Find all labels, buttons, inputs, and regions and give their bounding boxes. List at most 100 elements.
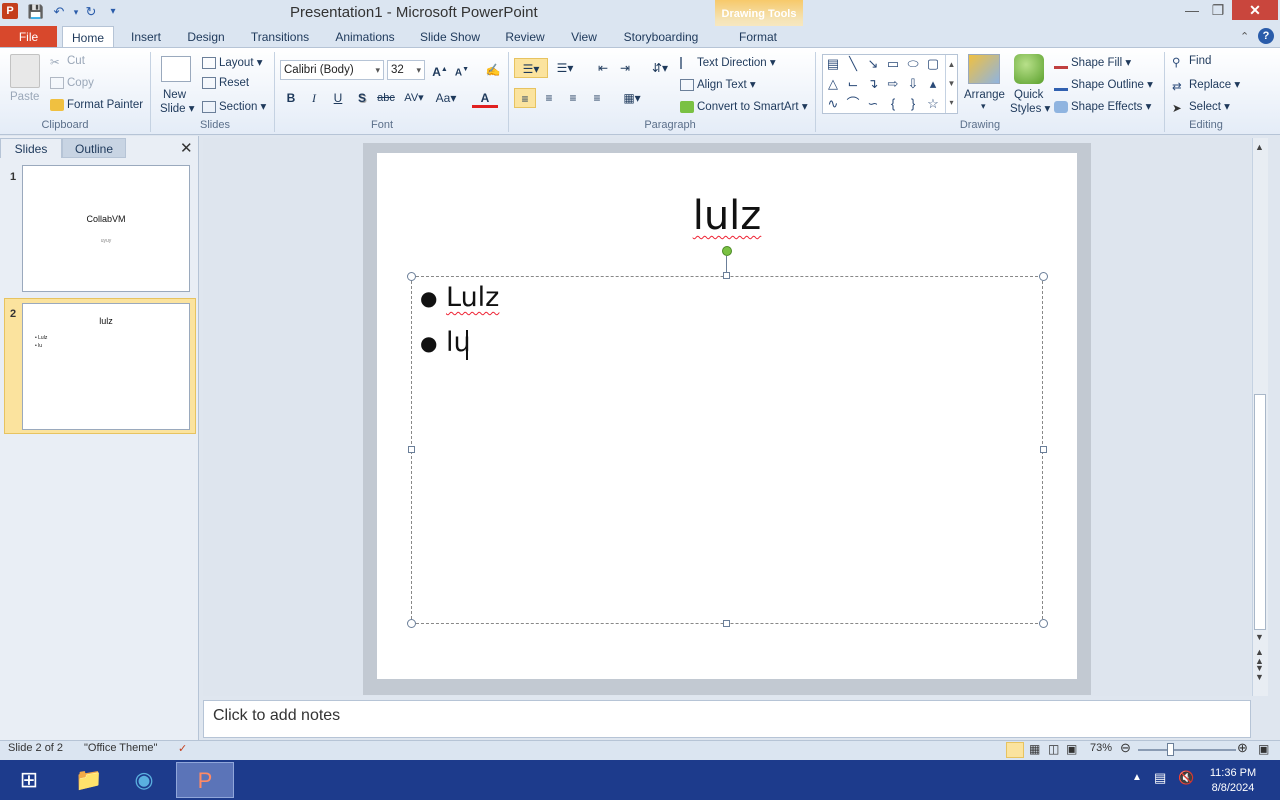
theme-name[interactable]: "Office Theme" bbox=[84, 742, 157, 754]
elbow-connector-shape-icon[interactable]: ⌙ bbox=[845, 76, 861, 92]
format-painter-button[interactable]: Format Painter bbox=[50, 99, 143, 111]
reading-view-icon[interactable]: ◫ bbox=[1048, 742, 1059, 756]
slide-thumbnail-2[interactable]: lulz • Lulz • lu bbox=[22, 303, 190, 430]
underline-button[interactable]: U bbox=[327, 88, 349, 108]
tab-insert[interactable]: Insert bbox=[124, 26, 168, 48]
close-button[interactable]: ✕ bbox=[1232, 0, 1278, 20]
shape-outline-button[interactable]: Shape Outline ▾ bbox=[1054, 77, 1153, 91]
bold-button[interactable]: B bbox=[280, 88, 302, 108]
copy-button[interactable]: Copy bbox=[50, 77, 94, 89]
help-icon[interactable]: ? bbox=[1258, 28, 1274, 44]
curve-shape-icon[interactable]: ∽ bbox=[865, 96, 881, 112]
scroll-up-icon[interactable]: ▲ bbox=[1255, 142, 1264, 152]
freeform-shape-icon[interactable]: ▴ bbox=[925, 76, 941, 92]
change-case-button[interactable]: Aa▾ bbox=[433, 88, 459, 108]
arrow-line-shape-icon[interactable]: ↘ bbox=[865, 56, 881, 72]
powerpoint-app-icon[interactable]: P bbox=[2, 3, 18, 19]
spell-check-icon[interactable]: ✓ bbox=[178, 742, 187, 755]
quick-styles-label[interactable]: Quick bbox=[1014, 89, 1043, 101]
font-color-button[interactable]: A bbox=[472, 88, 498, 108]
text-direction-button[interactable]: Text Direction ▾ bbox=[680, 55, 776, 69]
volume-muted-icon[interactable]: 🔇 bbox=[1178, 770, 1194, 786]
tab-review[interactable]: Review bbox=[498, 26, 552, 48]
show-hidden-icons[interactable]: ▲ bbox=[1132, 772, 1142, 783]
system-clock[interactable]: 11:36 PM 8/8/2024 bbox=[1200, 766, 1266, 796]
columns-button[interactable]: ▦▾ bbox=[618, 88, 646, 108]
font-name-combo[interactable]: Calibri (Body) ▾ bbox=[280, 60, 384, 80]
resize-handle-bottom-right[interactable] bbox=[1039, 619, 1048, 628]
notes-pane[interactable] bbox=[203, 700, 1251, 738]
down-arrow-shape-icon[interactable]: ⇩ bbox=[905, 76, 921, 92]
tab-file[interactable]: File bbox=[0, 26, 57, 48]
content-placeholder[interactable] bbox=[411, 276, 1043, 624]
strikethrough-button[interactable]: abc bbox=[375, 88, 397, 108]
rounded-rect-shape-icon[interactable]: ▢ bbox=[925, 56, 941, 72]
minimize-button[interactable]: — bbox=[1180, 0, 1204, 20]
chevron-down-icon[interactable]: ▾ bbox=[981, 101, 986, 112]
minimize-ribbon-icon[interactable]: ⌃ bbox=[1240, 30, 1249, 43]
oval-shape-icon[interactable]: ⬭ bbox=[905, 56, 921, 72]
paste-icon[interactable] bbox=[10, 54, 40, 88]
shapes-gallery[interactable]: ▤ ╲ ↘ ▭ ⬭ ▢ △ ⌙ ↴ ⇨ ⇩ ▴ ∿ ⌒ ∽ { } ☆ ▲ ▼ ▾ bbox=[822, 54, 958, 114]
slide-thumbnail-1[interactable]: CollabVM uyuy bbox=[22, 165, 190, 292]
zoom-in-icon[interactable]: ⊕ bbox=[1237, 740, 1248, 756]
tab-view[interactable]: View bbox=[564, 26, 604, 48]
textbox-shape-icon[interactable]: ▤ bbox=[825, 56, 841, 72]
save-icon[interactable]: 💾 bbox=[27, 3, 45, 21]
new-slide-label[interactable]: New bbox=[163, 89, 186, 101]
bullet-item[interactable]: ● lu bbox=[420, 327, 620, 365]
tab-animations[interactable]: Animations bbox=[328, 26, 402, 48]
tab-design[interactable]: Design bbox=[180, 26, 232, 48]
align-left-icon[interactable]: ≡ bbox=[514, 88, 536, 108]
resize-handle-bottom-left[interactable] bbox=[407, 619, 416, 628]
scroll-down-icon[interactable]: ▼ bbox=[1255, 632, 1264, 642]
select-button[interactable]: ➤ Select ▾ bbox=[1172, 99, 1230, 115]
new-slide-icon[interactable] bbox=[161, 56, 191, 82]
decrease-indent-icon[interactable]: ⇤ bbox=[592, 58, 614, 78]
undo-icon[interactable]: ↶ bbox=[50, 3, 68, 21]
line-spacing-button[interactable]: ⇵▾ bbox=[646, 58, 674, 78]
restore-button[interactable]: ❐ bbox=[1206, 0, 1230, 20]
tab-home[interactable]: Home bbox=[62, 26, 114, 48]
gallery-scroll[interactable]: ▲ ▼ ▾ bbox=[945, 55, 957, 113]
resize-handle-top-right[interactable] bbox=[1039, 272, 1048, 281]
character-spacing-button[interactable]: AV▾ bbox=[401, 88, 427, 108]
replace-button[interactable]: ⇄ Replace ▾ bbox=[1172, 77, 1240, 93]
zoom-slider-thumb[interactable] bbox=[1167, 743, 1174, 756]
powerpoint-taskbar-icon[interactable]: P bbox=[176, 762, 234, 798]
scrollbar-thumb[interactable] bbox=[1254, 394, 1266, 630]
right-brace-shape-icon[interactable]: } bbox=[905, 96, 921, 112]
resize-handle-top[interactable] bbox=[723, 272, 730, 279]
slide-title[interactable]: lulz bbox=[377, 193, 1077, 239]
italic-button[interactable]: I bbox=[303, 88, 325, 108]
arrange-icon[interactable] bbox=[968, 54, 1000, 84]
curve-connector-shape-icon[interactable]: ∿ bbox=[825, 96, 841, 112]
tab-storyboarding[interactable]: Storyboarding bbox=[616, 26, 706, 48]
shape-fill-button[interactable]: Shape Fill ▾ bbox=[1054, 55, 1131, 69]
align-center-icon[interactable]: ≡ bbox=[538, 88, 560, 108]
resize-handle-left[interactable] bbox=[408, 446, 415, 453]
tab-slide-show[interactable]: Slide Show bbox=[414, 26, 486, 48]
customize-qat-icon[interactable]: ▾ bbox=[104, 3, 122, 21]
justify-icon[interactable]: ≡ bbox=[586, 88, 608, 108]
shape-effects-button[interactable]: Shape Effects ▾ bbox=[1054, 99, 1151, 113]
bullet-item[interactable]: ● Lulz bbox=[420, 282, 620, 320]
tab-outline[interactable]: Outline bbox=[62, 138, 126, 158]
align-right-icon[interactable]: ≡ bbox=[562, 88, 584, 108]
new-slide-dropdown[interactable]: Slide ▾ bbox=[160, 101, 195, 115]
arrange-button[interactable]: Arrange bbox=[964, 89, 1005, 101]
internet-explorer-icon[interactable]: ◉ bbox=[115, 762, 173, 798]
redo-icon[interactable]: ↻ bbox=[82, 3, 100, 21]
text-shadow-button[interactable]: S bbox=[351, 88, 373, 108]
zoom-level[interactable]: 73% bbox=[1090, 742, 1112, 754]
slide-sorter-icon[interactable]: ▦ bbox=[1029, 742, 1040, 756]
file-explorer-icon[interactable]: 📁 bbox=[60, 762, 118, 798]
star-shape-icon[interactable]: ☆ bbox=[925, 96, 941, 112]
fit-to-window-icon[interactable]: ▣ bbox=[1258, 742, 1269, 756]
find-button[interactable]: ⚲ Find bbox=[1172, 55, 1211, 69]
quick-styles-icon[interactable] bbox=[1014, 54, 1044, 84]
clear-formatting-icon[interactable]: ✍ bbox=[482, 60, 504, 80]
increase-indent-icon[interactable]: ⇥ bbox=[614, 58, 636, 78]
tab-transitions[interactable]: Transitions bbox=[244, 26, 316, 48]
zoom-out-icon[interactable]: ⊖ bbox=[1120, 740, 1131, 756]
